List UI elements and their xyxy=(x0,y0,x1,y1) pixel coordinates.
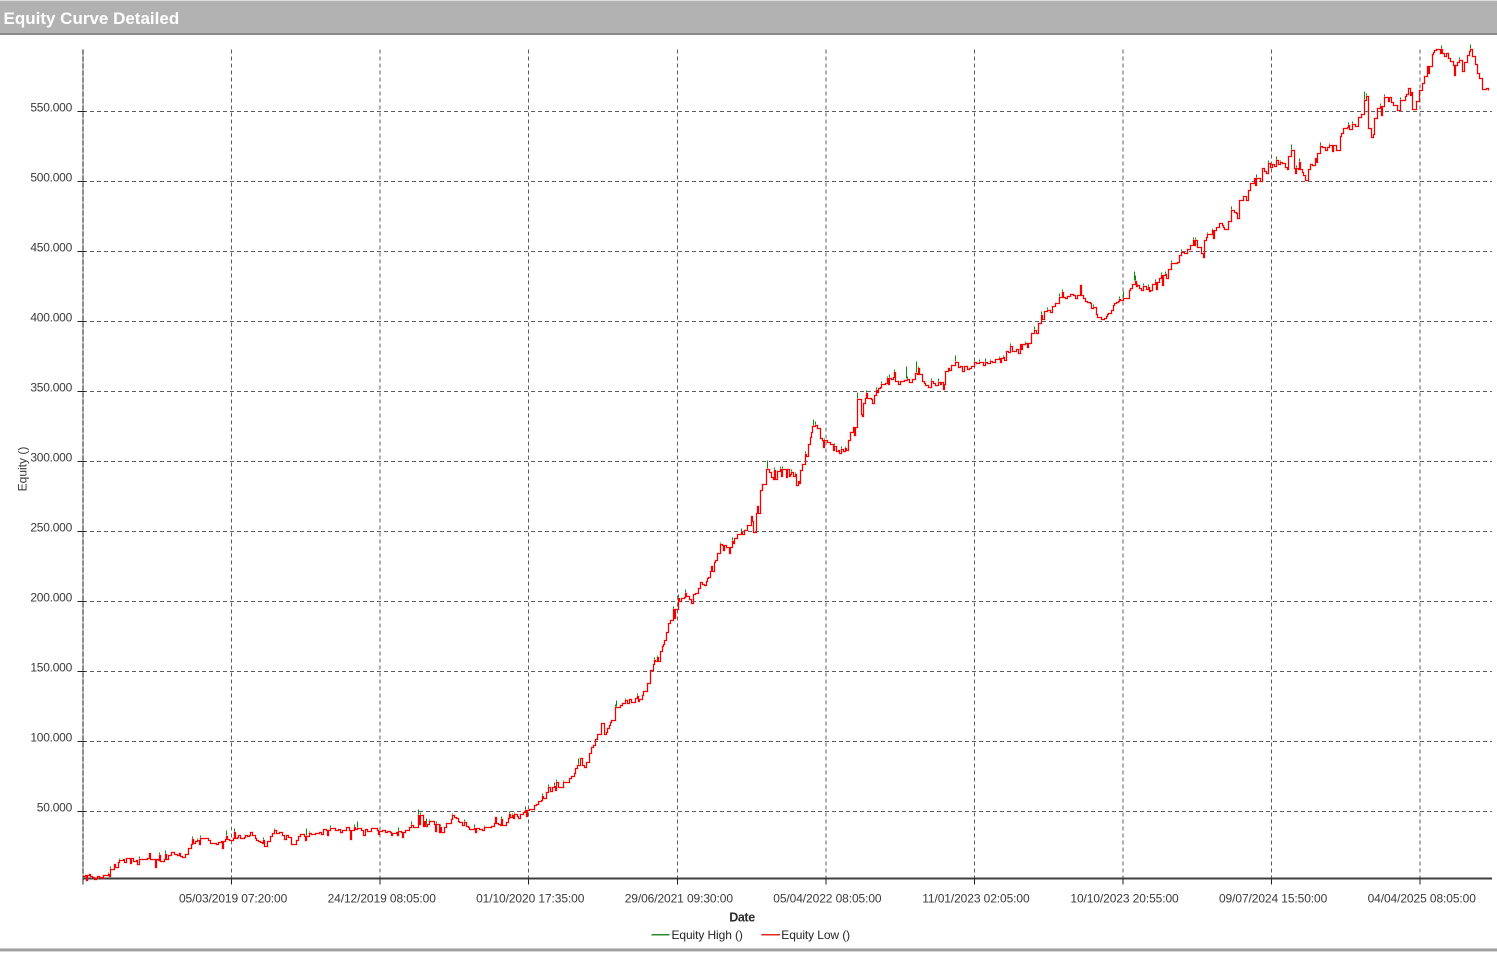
svg-text:29/06/2021 09:30:00: 29/06/2021 09:30:00 xyxy=(625,892,734,906)
svg-text:Date: Date xyxy=(729,911,755,925)
svg-text:Equity High (): Equity High () xyxy=(672,928,743,942)
svg-text:450.000: 450.000 xyxy=(30,240,72,254)
svg-text:Equity Low (): Equity Low () xyxy=(781,928,850,942)
svg-text:24/12/2019 08:05:00: 24/12/2019 08:05:00 xyxy=(328,892,437,906)
svg-text:350.000: 350.000 xyxy=(30,380,72,394)
svg-text:Equity (): Equity () xyxy=(16,447,30,492)
svg-text:500.000: 500.000 xyxy=(30,170,72,184)
svg-text:09/07/2024 15:50:00: 09/07/2024 15:50:00 xyxy=(1219,892,1328,906)
svg-text:50.000: 50.000 xyxy=(37,800,73,814)
svg-text:01/10/2020 17:35:00: 01/10/2020 17:35:00 xyxy=(476,892,585,906)
svg-text:250.000: 250.000 xyxy=(30,520,72,534)
svg-text:100.000: 100.000 xyxy=(30,730,72,744)
svg-text:10/10/2023 20:55:00: 10/10/2023 20:55:00 xyxy=(1070,892,1179,906)
svg-text:11/01/2023 02:05:00: 11/01/2023 02:05:00 xyxy=(922,892,1030,906)
svg-text:Equity Curve Detailed: Equity Curve Detailed xyxy=(4,9,180,28)
svg-text:04/04/2025 08:05:00: 04/04/2025 08:05:00 xyxy=(1368,892,1477,906)
svg-text:300.000: 300.000 xyxy=(30,450,72,464)
svg-text:550.000: 550.000 xyxy=(30,100,72,114)
svg-text:150.000: 150.000 xyxy=(30,660,72,674)
svg-text:200.000: 200.000 xyxy=(30,590,72,604)
svg-text:400.000: 400.000 xyxy=(30,310,72,324)
svg-text:05/04/2022 08:05:00: 05/04/2022 08:05:00 xyxy=(773,892,882,906)
svg-text:05/03/2019 07:20:00: 05/03/2019 07:20:00 xyxy=(179,892,288,906)
